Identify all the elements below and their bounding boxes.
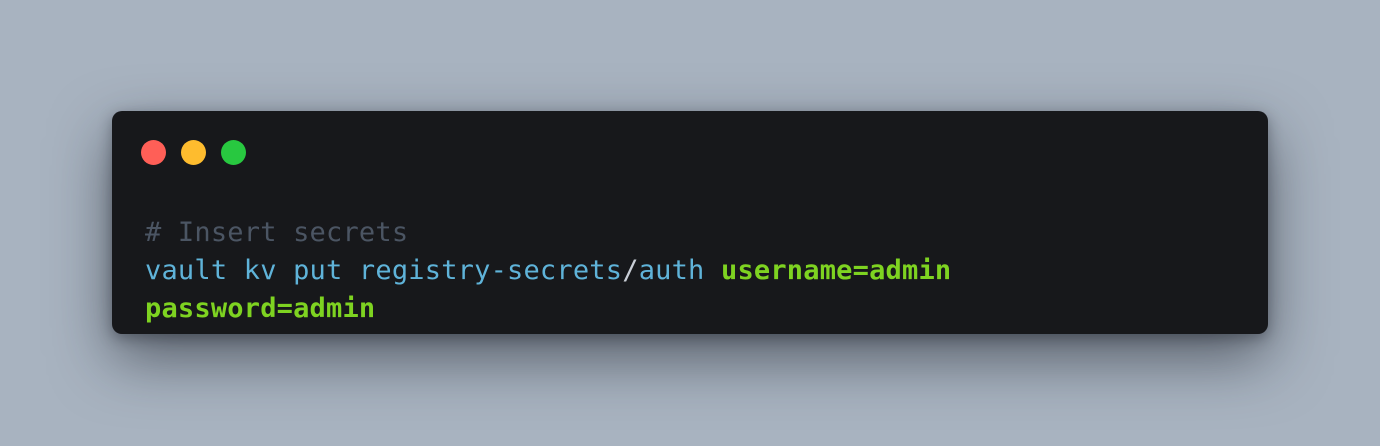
code-block: # Insert secrets vault kv put registry-se… xyxy=(145,214,951,328)
code-comment: # Insert secrets xyxy=(145,217,409,248)
close-button[interactable] xyxy=(141,140,166,165)
username-argument: username=admin xyxy=(720,255,952,286)
code-line-3: password=admin xyxy=(145,290,951,328)
code-line-2: vault kv put registry-secrets/auth usern… xyxy=(145,252,951,290)
password-argument: password=admin xyxy=(145,293,376,324)
path-separator: / xyxy=(622,255,639,286)
window-controls xyxy=(141,140,246,165)
code-line-1: # Insert secrets xyxy=(145,214,951,252)
minimize-button[interactable] xyxy=(181,140,206,165)
maximize-button[interactable] xyxy=(221,140,246,165)
command-path: auth xyxy=(638,255,705,286)
command-text: vault kv put registry-secrets xyxy=(145,255,623,286)
code-window: # Insert secrets vault kv put registry-se… xyxy=(112,111,1268,334)
